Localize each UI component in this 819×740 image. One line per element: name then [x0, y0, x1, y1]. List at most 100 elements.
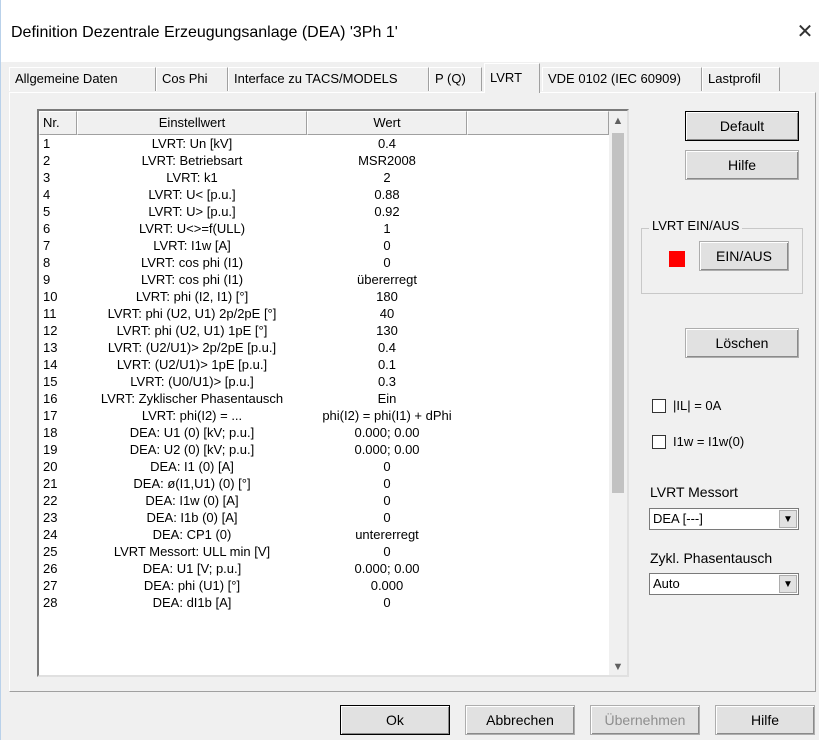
- il-zero-checkbox[interactable]: [652, 399, 666, 413]
- default-button[interactable]: Default: [685, 111, 799, 141]
- tab-vde-0102[interactable]: VDE 0102 (IEC 60909): [542, 67, 702, 91]
- row-setting-value[interactable]: Ein: [307, 390, 467, 407]
- row-number: 5: [43, 204, 51, 219]
- chevron-down-icon[interactable]: ▼: [779, 575, 797, 593]
- settings-grid[interactable]: Nr. Einstellwert Wert 1 LVRT: Un [kV] 0.4 2…: [37, 109, 629, 677]
- row-setting-value[interactable]: 0.4: [307, 135, 467, 152]
- table-row[interactable]: 26 DEA: U1 [V; p.u.] 0.000; 0.00: [39, 560, 609, 577]
- table-row[interactable]: 20 DEA: I1 (0) [A] 0: [39, 458, 609, 475]
- close-icon[interactable]: ✕: [790, 14, 819, 50]
- table-row[interactable]: 21 DEA: ø(I1,U1) (0) [°] 0: [39, 475, 609, 492]
- row-empty-cell: [467, 237, 609, 254]
- i1w-checkbox[interactable]: [652, 435, 666, 449]
- row-setting-value[interactable]: 0.000; 0.00: [307, 441, 467, 458]
- ok-button[interactable]: Ok: [340, 705, 450, 735]
- tab-allgemeine-daten[interactable]: Allgemeine Daten: [9, 67, 156, 91]
- table-row[interactable]: 23 DEA: I1b (0) [A] 0: [39, 509, 609, 526]
- tab-cos-phi[interactable]: Cos Phi: [156, 67, 228, 91]
- table-row[interactable]: 22 DEA: I1w (0) [A] 0: [39, 492, 609, 509]
- row-setting-value[interactable]: 0: [307, 492, 467, 509]
- row-setting-name: DEA: U2 (0) [kV; p.u.]: [129, 442, 255, 457]
- phasentausch-select[interactable]: Auto ▼: [649, 573, 799, 595]
- scroll-down-icon[interactable]: ▼: [609, 657, 627, 675]
- table-row[interactable]: 2 LVRT: Betriebsart MSR2008: [39, 152, 609, 169]
- table-row[interactable]: 19 DEA: U2 (0) [kV; p.u.] 0.000; 0.00: [39, 441, 609, 458]
- row-setting-value[interactable]: 0.000; 0.00: [307, 424, 467, 441]
- table-row[interactable]: 6 LVRT: U<>=f(ULL) 1: [39, 220, 609, 237]
- column-header-einstellwert[interactable]: Einstellwert: [77, 111, 307, 135]
- row-setting-value[interactable]: 0.4: [307, 339, 467, 356]
- table-row[interactable]: 24 DEA: CP1 (0) untererregt: [39, 526, 609, 543]
- row-number: 18: [43, 425, 58, 440]
- table-row[interactable]: 17 LVRT: phi(I2) = ... phi(I2) = phi(I1) +…: [39, 407, 609, 424]
- row-number: 16: [43, 391, 58, 406]
- tab-interface-tacs-models[interactable]: Interface zu TACS/MODELS: [228, 67, 429, 91]
- grid-header: Nr. Einstellwert Wert: [39, 111, 609, 135]
- table-row[interactable]: 9 LVRT: cos phi (I1) übererregt: [39, 271, 609, 288]
- row-setting-value[interactable]: 0: [307, 458, 467, 475]
- row-setting-value[interactable]: 0.000: [307, 577, 467, 594]
- help-button[interactable]: Hilfe: [715, 705, 815, 735]
- table-row[interactable]: 13 LVRT: (U2/U1)> 2p/2pE [p.u.] 0.4: [39, 339, 609, 356]
- row-setting-value[interactable]: MSR2008: [307, 152, 467, 169]
- row-setting-value[interactable]: 2: [307, 169, 467, 186]
- i1w-label: I1w = I1w(0): [673, 434, 745, 449]
- table-row[interactable]: 16 LVRT: Zyklischer Phasentausch Ein: [39, 390, 609, 407]
- table-row[interactable]: 1 LVRT: Un [kV] 0.4: [39, 135, 609, 152]
- row-setting-value[interactable]: 0: [307, 475, 467, 492]
- table-row[interactable]: 7 LVRT: I1w [A] 0: [39, 237, 609, 254]
- table-row[interactable]: 18 DEA: U1 (0) [kV; p.u.] 0.000; 0.00: [39, 424, 609, 441]
- row-empty-cell: [467, 203, 609, 220]
- row-setting-value[interactable]: phi(I2) = phi(I1) + dPhi: [307, 407, 467, 424]
- table-row[interactable]: 28 DEA: dI1b [A] 0: [39, 594, 609, 611]
- chevron-down-icon[interactable]: ▼: [779, 510, 797, 528]
- row-setting-value[interactable]: 0: [307, 237, 467, 254]
- table-row[interactable]: 8 LVRT: cos phi (I1) 0: [39, 254, 609, 271]
- table-row[interactable]: 3 LVRT: k1 2: [39, 169, 609, 186]
- row-setting-value[interactable]: 40: [307, 305, 467, 322]
- scroll-up-icon[interactable]: ▲: [609, 111, 627, 131]
- row-setting-name: LVRT: (U2/U1)> 2p/2pE [p.u.]: [107, 340, 277, 355]
- row-setting-value[interactable]: 0.1: [307, 356, 467, 373]
- table-row[interactable]: 4 LVRT: U< [p.u.] 0.88: [39, 186, 609, 203]
- row-setting-value[interactable]: 0.92: [307, 203, 467, 220]
- cancel-button[interactable]: Abbrechen: [465, 705, 575, 735]
- row-setting-value[interactable]: übererregt: [307, 271, 467, 288]
- column-header-wert[interactable]: Wert: [307, 111, 467, 135]
- lvrt-toggle-button[interactable]: EIN/AUS: [699, 241, 789, 271]
- row-number: 7: [43, 238, 51, 253]
- table-row[interactable]: 10 LVRT: phi (I2, I1) [°] 180: [39, 288, 609, 305]
- tab-lastprofil[interactable]: Lastprofil: [702, 67, 780, 91]
- table-row[interactable]: 5 LVRT: U> [p.u.] 0.92: [39, 203, 609, 220]
- row-setting-name: DEA: ø(I1,U1) (0) [°]: [133, 476, 251, 491]
- row-setting-value[interactable]: 0: [307, 509, 467, 526]
- column-header-empty[interactable]: [467, 111, 609, 135]
- table-row[interactable]: 12 LVRT: phi (U2, U1) 1pE [°] 130: [39, 322, 609, 339]
- table-row[interactable]: 14 LVRT: (U2/U1)> 1pE [p.u.] 0.1: [39, 356, 609, 373]
- table-row[interactable]: 11 LVRT: phi (U2, U1) 2p/2pE [°] 40: [39, 305, 609, 322]
- row-setting-name: LVRT: Betriebsart: [141, 153, 243, 168]
- column-header-nr[interactable]: Nr.: [39, 111, 77, 135]
- row-setting-value[interactable]: untererregt: [307, 526, 467, 543]
- row-setting-value[interactable]: 0.88: [307, 186, 467, 203]
- row-empty-cell: [467, 271, 609, 288]
- row-setting-value[interactable]: 0.3: [307, 373, 467, 390]
- table-row[interactable]: 25 LVRT Messort: ULL min [V] 0: [39, 543, 609, 560]
- row-setting-value[interactable]: 0: [307, 254, 467, 271]
- row-setting-value[interactable]: 1: [307, 220, 467, 237]
- help-button-side[interactable]: Hilfe: [685, 150, 799, 180]
- delete-button[interactable]: Löschen: [685, 328, 799, 358]
- row-setting-value[interactable]: 0.000; 0.00: [307, 560, 467, 577]
- row-setting-value[interactable]: 0: [307, 543, 467, 560]
- table-row[interactable]: 27 DEA: phi (U1) [°] 0.000: [39, 577, 609, 594]
- grid-vertical-scrollbar[interactable]: ▲ ▼: [609, 111, 627, 675]
- tab-p-q[interactable]: P (Q): [429, 67, 482, 91]
- tab-lvrt[interactable]: LVRT: [484, 63, 540, 93]
- row-number: 9: [43, 272, 51, 287]
- scroll-thumb[interactable]: [612, 133, 624, 493]
- table-row[interactable]: 15 LVRT: (U0/U1)> [p.u.] 0.3: [39, 373, 609, 390]
- messort-select[interactable]: DEA [---] ▼: [649, 508, 799, 530]
- row-setting-value[interactable]: 130: [307, 322, 467, 339]
- row-setting-value[interactable]: 180: [307, 288, 467, 305]
- row-setting-value[interactable]: 0: [307, 594, 467, 611]
